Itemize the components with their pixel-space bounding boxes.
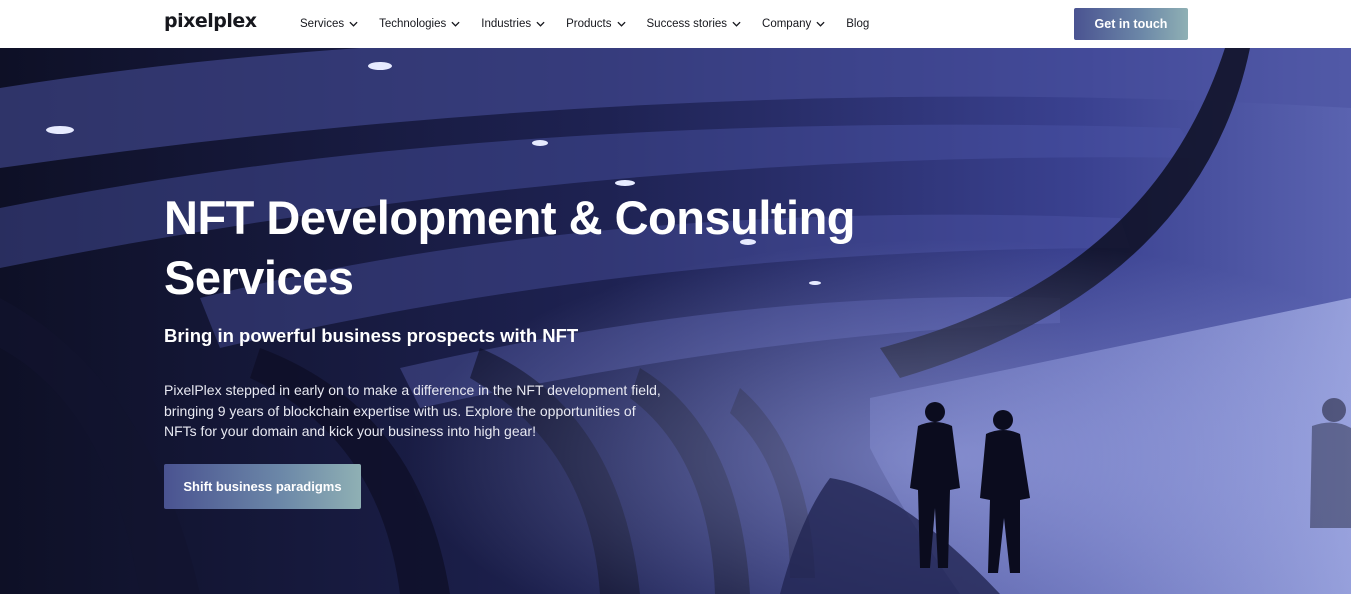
nav-item-products[interactable]: Products [566, 18, 626, 30]
chevron-down-icon [451, 21, 460, 27]
chevron-down-icon [816, 21, 825, 27]
nav-item-label: Services [300, 18, 345, 30]
nav-item-services[interactable]: Services [300, 18, 358, 30]
page-title: NFT Development & Consulting Services [164, 188, 924, 308]
nav-item-label: Products [566, 18, 612, 30]
nav-item-industries[interactable]: Industries [481, 18, 545, 30]
title-line-1: NFT Development & Consulting [164, 191, 856, 244]
site-header: pixelplex Services Technologies Industri… [0, 0, 1351, 48]
nav-item-label: Industries [481, 18, 532, 30]
hero-section: NFT Development & Consulting Services Br… [0, 48, 1351, 594]
main-nav: Services Technologies Industries Product… [300, 0, 890, 48]
chevron-down-icon [536, 21, 545, 27]
nav-item-success-stories[interactable]: Success stories [647, 18, 742, 30]
chevron-down-icon [732, 21, 741, 27]
nav-item-label: Technologies [379, 18, 447, 30]
nav-item-technologies[interactable]: Technologies [379, 18, 460, 30]
nav-item-blog[interactable]: Blog [846, 18, 869, 30]
nav-item-label: Success stories [646, 18, 728, 30]
nav-item-label: Blog [846, 18, 870, 30]
tunnel-background-image [0, 48, 1351, 594]
pixelplex-logo[interactable]: pixelplex [164, 10, 257, 32]
title-line-2: Services [164, 251, 354, 304]
chevron-down-icon [349, 21, 358, 27]
nav-item-label: Company [762, 18, 812, 30]
hero-description: PixelPlex stepped in early on to make a … [164, 382, 661, 439]
get-in-touch-button[interactable]: Get in touch [1074, 8, 1188, 40]
nav-item-company[interactable]: Company [762, 18, 825, 30]
chevron-down-icon [616, 21, 626, 27]
shift-business-paradigms-button[interactable]: Shift business paradigms [164, 464, 361, 509]
hero-subtitle: Bring in powerful business prospects wit… [164, 325, 579, 346]
